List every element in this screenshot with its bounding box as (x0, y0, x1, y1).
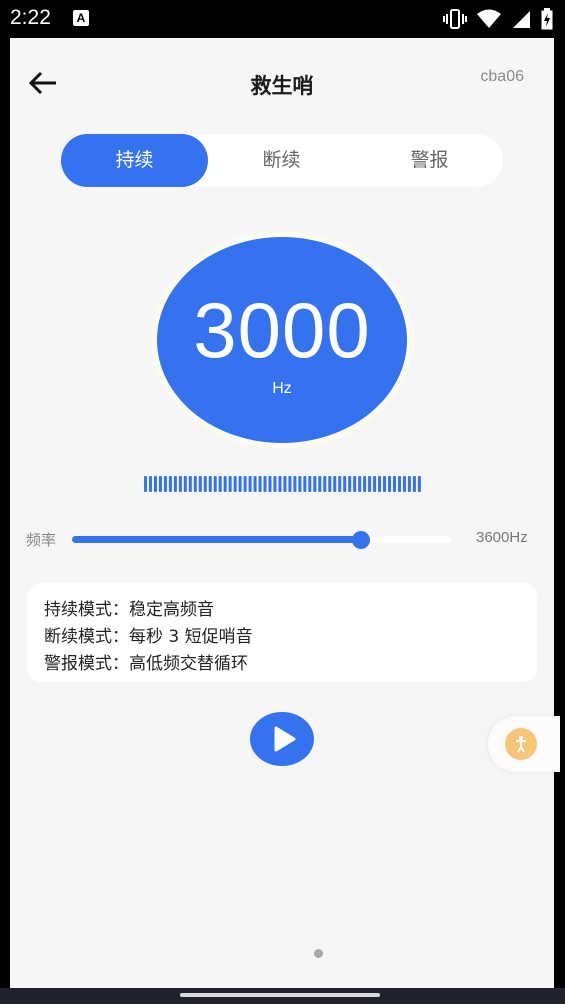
battery-icon (541, 8, 553, 30)
level-bar (373, 476, 377, 492)
level-bar (318, 476, 322, 492)
vibrate-icon (443, 9, 467, 29)
screen: 救生哨 cba06 持续 断续 警报 3000 Hz 频率 3600Hz 持续模… (10, 38, 560, 988)
level-bar (163, 476, 167, 492)
slider-value: 3600Hz (476, 529, 528, 546)
level-bar (233, 476, 237, 492)
level-bar (298, 476, 302, 492)
wifi-icon (477, 9, 501, 28)
level-bar (208, 476, 212, 492)
level-bar (218, 476, 222, 492)
level-bar (368, 476, 372, 492)
a-notification-icon: A (73, 10, 89, 26)
level-bar (397, 476, 401, 492)
level-bar (402, 476, 406, 492)
level-bar (278, 476, 282, 492)
level-bar (313, 476, 317, 492)
level-bar (153, 476, 157, 492)
level-bar (308, 476, 312, 492)
accessibility-icon (505, 728, 537, 760)
level-bar (338, 476, 342, 492)
info-line-continuous: 持续模式：稳定高频音 (44, 600, 214, 620)
level-bar (193, 476, 197, 492)
slider-label: 频率 (26, 531, 57, 549)
level-bar (203, 476, 207, 492)
level-bar (243, 476, 247, 492)
level-bar (288, 476, 292, 492)
level-bar (358, 476, 362, 492)
level-bar (198, 476, 202, 492)
slider-fill (72, 536, 361, 543)
tab-intermittent[interactable]: 断续 (208, 134, 355, 187)
frequency-value: 3000 (193, 286, 371, 374)
level-bar (378, 476, 382, 492)
mode-info-card: 持续模式：稳定高频音 断续模式：每秒 3 短促哨音 警报模式：高低频交替循环 (27, 583, 537, 682)
level-bar (293, 476, 297, 492)
level-bar (303, 476, 307, 492)
play-icon (274, 726, 296, 752)
level-bar (268, 476, 272, 492)
level-bar (148, 476, 152, 492)
floating-accessibility-button[interactable] (488, 716, 560, 772)
frequency-slider[interactable] (72, 531, 452, 549)
level-bar (263, 476, 267, 492)
level-bar (283, 476, 287, 492)
level-bar (323, 476, 327, 492)
level-bar (173, 476, 177, 492)
level-bar (393, 476, 396, 492)
level-bar (248, 476, 252, 492)
level-bar (228, 476, 232, 492)
frequency-dial: 3000 Hz (157, 237, 407, 443)
tab-continuous[interactable]: 持续 (61, 134, 208, 187)
frequency-slider-row: 频率 3600Hz (10, 528, 554, 552)
info-line-alarm: 警报模式：高低频交替循环 (44, 654, 248, 674)
level-bar (333, 476, 337, 492)
level-bar (223, 476, 227, 492)
slider-thumb[interactable] (351, 531, 370, 549)
level-bar (407, 476, 411, 492)
level-bar (343, 476, 347, 492)
level-bar (273, 476, 277, 492)
status-bar: 2:22 A (0, 0, 565, 38)
level-bar (363, 476, 367, 492)
tab-alarm[interactable]: 警报 (356, 134, 503, 187)
level-bar (178, 476, 182, 492)
level-bar (213, 476, 217, 492)
level-bar (383, 476, 387, 492)
level-bar (353, 476, 357, 492)
level-bar (253, 476, 257, 492)
level-bar (188, 476, 192, 492)
system-navigation-bar (0, 988, 565, 1004)
version-label: cba06 (480, 68, 524, 85)
level-bar (258, 476, 262, 492)
home-gesture-pill[interactable] (180, 993, 380, 997)
status-icons (443, 8, 553, 30)
level-bar (144, 476, 147, 492)
frequency-unit: Hz (272, 380, 292, 397)
level-bar (388, 476, 392, 492)
level-bar (238, 476, 242, 492)
mode-tabs: 持续 断续 警报 (61, 134, 503, 187)
level-bar (183, 476, 187, 492)
level-bar (412, 476, 416, 492)
level-meter (144, 476, 421, 492)
page-title: 救生哨 (250, 74, 314, 98)
page-indicator (314, 949, 323, 958)
play-button[interactable] (250, 712, 314, 766)
signal-icon (513, 11, 530, 28)
status-time: 2:22 (10, 6, 51, 29)
level-bar (158, 476, 162, 492)
level-bar (328, 476, 332, 492)
level-bar (168, 476, 172, 492)
info-line-intermittent: 断续模式：每秒 3 短促哨音 (44, 627, 253, 647)
level-bar (417, 476, 421, 492)
level-bar (348, 476, 352, 492)
